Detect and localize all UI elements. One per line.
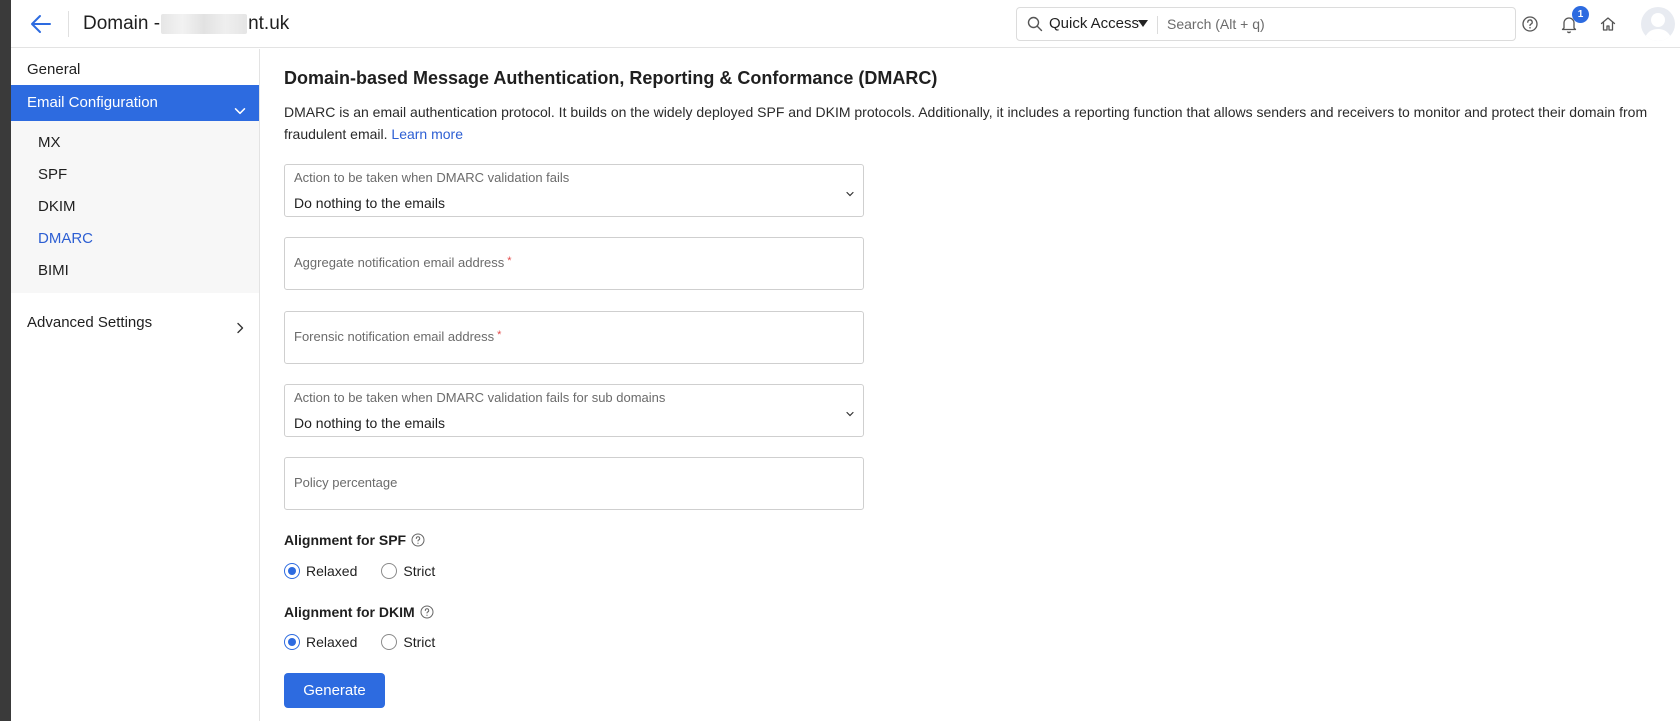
radio-label: Strict	[403, 634, 436, 650]
quick-access-dropdown[interactable]: Quick Access	[1049, 15, 1139, 32]
avatar[interactable]	[1641, 7, 1675, 41]
sidebar-item-dmarc[interactable]: DMARC	[38, 230, 93, 247]
required-mark: *	[497, 329, 502, 341]
radio-label: Relaxed	[306, 634, 358, 650]
dmarc-failure-action-select[interactable]: Action to be taken when DMARC validation…	[284, 164, 864, 217]
chevron-down-icon	[233, 96, 247, 115]
sidebar-item-label: Email Configuration	[27, 94, 158, 111]
learn-more-link[interactable]: Learn more	[391, 126, 463, 142]
sidebar-item-mx[interactable]: MX	[38, 134, 61, 151]
dkim-strict-option[interactable]: Strict	[381, 634, 435, 650]
section-heading: Domain-based Message Authentication, Rep…	[284, 68, 938, 88]
section-description: DMARC is an email authentication protoco…	[284, 101, 1664, 145]
generate-button[interactable]: Generate	[284, 673, 385, 708]
help-icon[interactable]	[1519, 13, 1541, 35]
field-label: Action to be taken when DMARC validation…	[294, 390, 666, 405]
sidebar-item-advanced-settings[interactable]: Advanced Settings	[11, 308, 259, 338]
field-value: Do nothing to the emails	[294, 415, 445, 431]
sidebar-item-email-configuration[interactable]: Email Configuration	[11, 85, 259, 121]
sidebar-item-dkim[interactable]: DKIM	[38, 198, 76, 215]
forensic-email-field[interactable]: Forensic notification email address *	[284, 311, 864, 364]
field-label-text: Forensic notification email address	[294, 329, 495, 344]
help-icon[interactable]	[411, 533, 425, 547]
search-input[interactable]	[1167, 12, 1507, 36]
spf-alignment-text: Alignment for SPF	[284, 532, 407, 548]
field-value: Do nothing to the emails	[294, 195, 445, 211]
required-mark: *	[507, 255, 512, 267]
field-label: Policy percentage	[294, 475, 398, 490]
global-search: Quick Access	[1016, 7, 1516, 41]
aggregate-email-field[interactable]: Aggregate notification email address *	[284, 237, 864, 290]
spf-alignment-radio-group: Relaxed Strict	[284, 561, 459, 581]
email-configuration-submenu: MX SPF DKIM DMARC BIMI	[11, 121, 259, 293]
sidebar: General Email Configuration MX SPF DKIM …	[11, 49, 260, 721]
caret-down-icon[interactable]	[1138, 20, 1148, 27]
page-title-suffix: nt.uk	[248, 13, 290, 34]
chevron-right-icon	[233, 316, 247, 334]
redacted-domain	[161, 14, 248, 34]
description-text: DMARC is an email authentication protoco…	[284, 104, 1648, 142]
dkim-alignment-radio-group: Relaxed Strict	[284, 632, 459, 652]
radio-label: Strict	[403, 563, 436, 579]
back-arrow-icon[interactable]	[28, 12, 54, 36]
radio-unselected[interactable]	[381, 563, 398, 579]
field-label: Action to be taken when DMARC validation…	[294, 170, 570, 185]
window-edge	[0, 0, 11, 721]
chevron-down-icon	[845, 186, 855, 197]
chevron-down-icon	[845, 406, 855, 417]
search-icon	[1027, 16, 1043, 32]
dkim-alignment-label: Alignment for DKIM	[284, 604, 434, 620]
spf-relaxed-option[interactable]: Relaxed	[284, 563, 357, 579]
search-divider	[1157, 16, 1158, 34]
field-label-text: Aggregate notification email address	[294, 255, 505, 270]
spf-strict-option[interactable]: Strict	[381, 563, 435, 579]
top-bar: Domain - nt.uk Quick Access 1	[11, 0, 1680, 48]
help-icon[interactable]	[420, 605, 434, 619]
radio-selected[interactable]	[284, 634, 300, 650]
radio-label: Relaxed	[306, 563, 358, 579]
field-label: Forensic notification email address *	[294, 329, 501, 344]
page-title: Domain - nt.uk	[83, 13, 289, 35]
spf-alignment-label: Alignment for SPF	[284, 532, 425, 548]
page-title-prefix: Domain -	[83, 13, 161, 34]
header-divider	[68, 11, 69, 37]
home-icon[interactable]	[1597, 13, 1619, 35]
sidebar-item-label: General	[27, 61, 81, 78]
sidebar-item-bimi[interactable]: BIMI	[38, 262, 69, 279]
notification-count-badge: 1	[1572, 6, 1589, 23]
radio-unselected[interactable]	[381, 634, 398, 650]
subdomain-failure-action-select[interactable]: Action to be taken when DMARC validation…	[284, 384, 864, 437]
field-label: Aggregate notification email address *	[294, 255, 512, 270]
policy-percentage-field[interactable]: Policy percentage	[284, 457, 864, 510]
radio-selected[interactable]	[284, 563, 300, 579]
sidebar-item-spf[interactable]: SPF	[38, 166, 67, 183]
sidebar-item-general[interactable]: General	[11, 55, 259, 85]
dkim-alignment-text: Alignment for DKIM	[284, 604, 415, 620]
dkim-relaxed-option[interactable]: Relaxed	[284, 634, 357, 650]
sidebar-item-label: Advanced Settings	[27, 314, 153, 331]
